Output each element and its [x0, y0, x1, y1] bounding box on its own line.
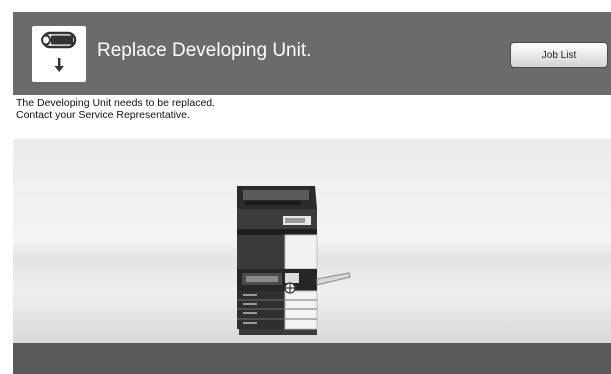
- job-list-button[interactable]: Job List: [510, 42, 608, 68]
- header-bar: Replace Developing Unit. Job List: [13, 12, 611, 95]
- illustration-area: [13, 139, 611, 343]
- developing-unit-location-marker: [284, 282, 296, 294]
- footer-bar: [13, 343, 611, 374]
- developing-unit-replace-icon: [32, 26, 86, 82]
- message-panel: The Developing Unit needs to be replaced…: [13, 95, 611, 139]
- message-line-1: The Developing Unit needs to be replaced…: [16, 97, 216, 109]
- page-title: Replace Developing Unit.: [97, 40, 312, 61]
- message-line-2: Contact your Service Representative.: [16, 109, 190, 121]
- screen: Replace Developing Unit. Job List The De…: [13, 12, 611, 374]
- copier-machine-illustration: [237, 186, 351, 335]
